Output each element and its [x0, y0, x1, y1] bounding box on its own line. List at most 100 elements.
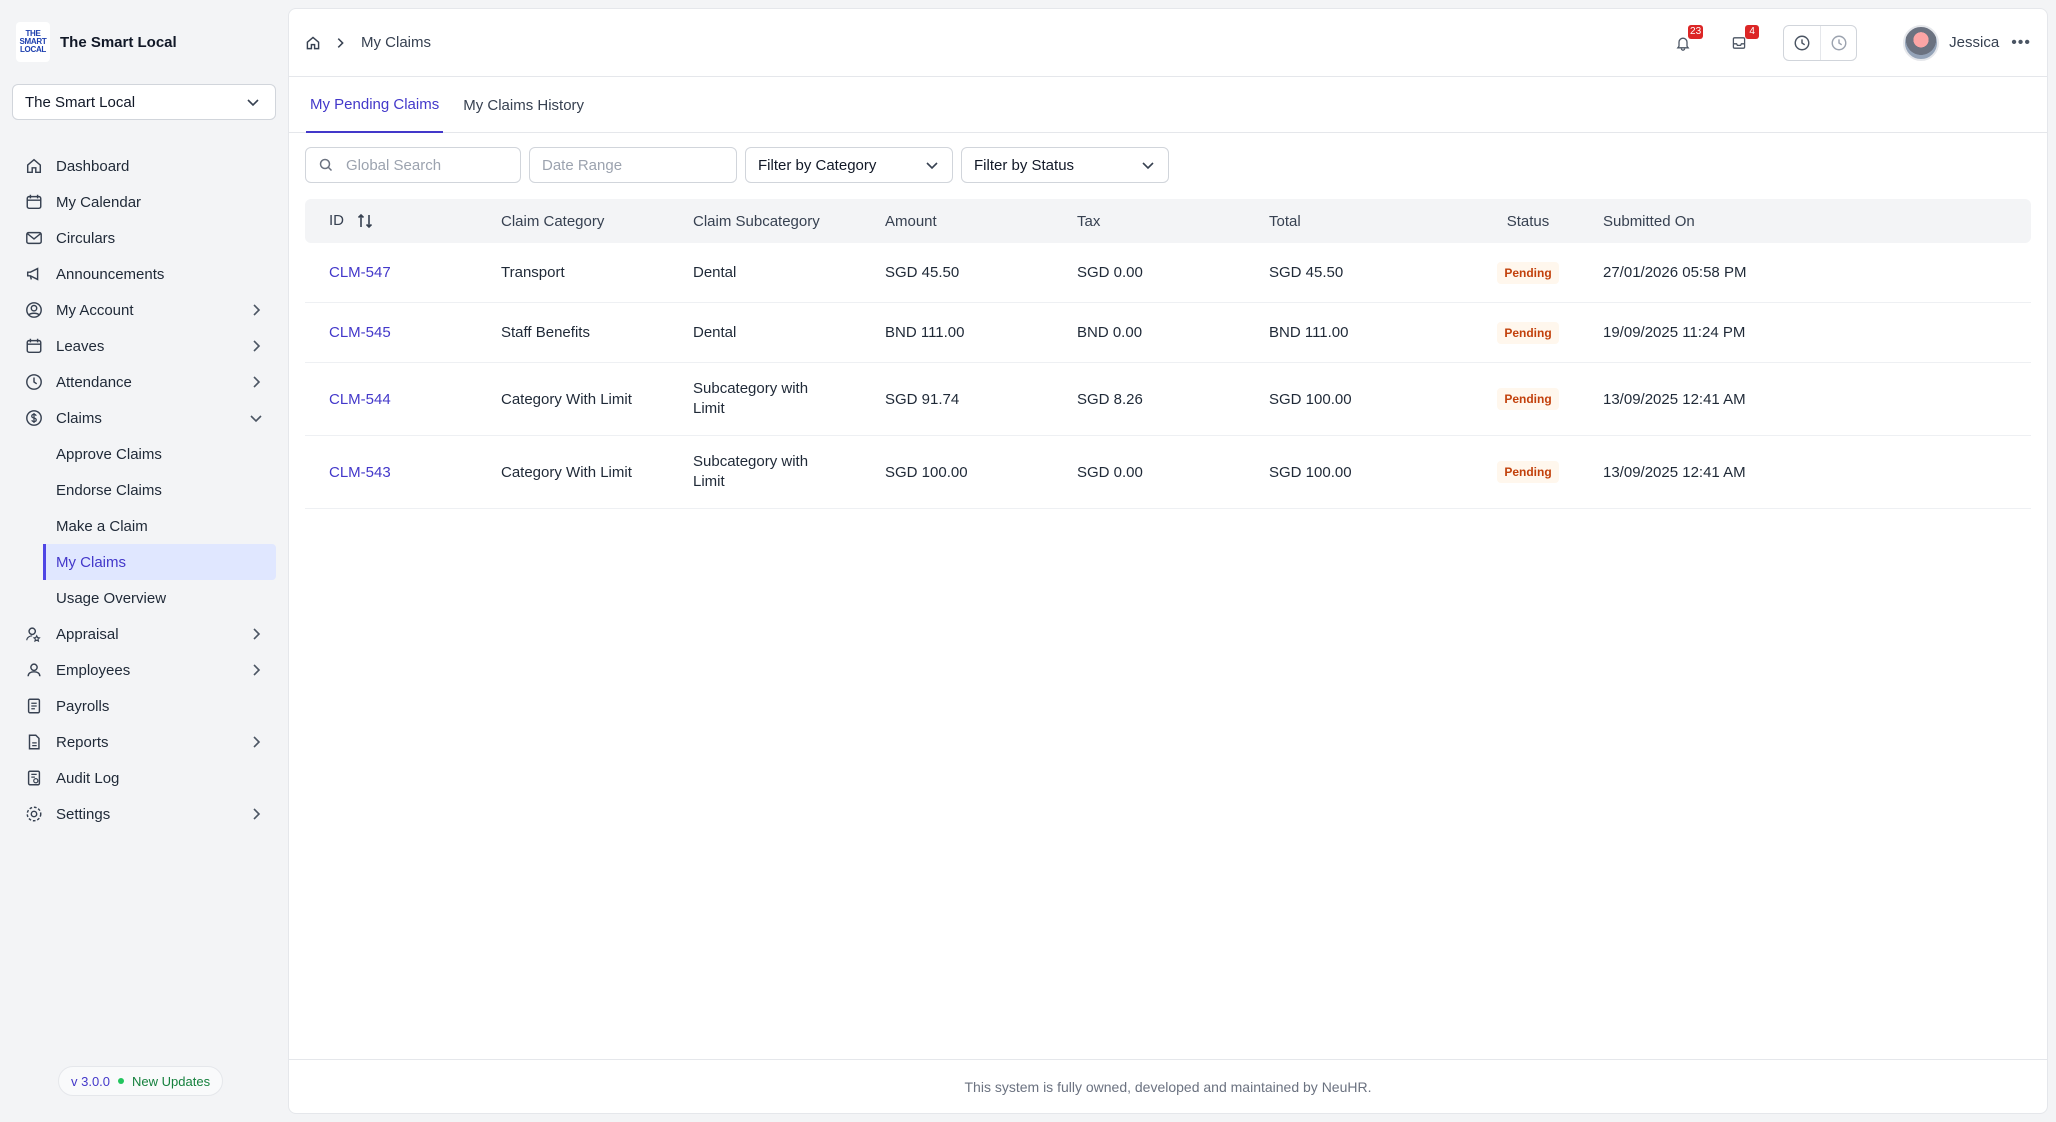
sidebar-item-audit-log[interactable]: Audit Log	[12, 760, 276, 796]
cell-submitted-on: 19/09/2025 11:24 PM	[1603, 324, 1746, 341]
sidebar-item-announcements[interactable]: Announcements	[12, 256, 276, 292]
sidebar-item-payrolls[interactable]: Payrolls	[12, 688, 276, 724]
brand-logo: THE SMART LOCAL	[16, 22, 50, 62]
sidebar-item-label: Employees	[56, 661, 131, 679]
cell-category: Category With Limit	[501, 463, 632, 481]
chevron-right-icon	[253, 628, 261, 640]
chevron-right-icon	[253, 340, 261, 352]
cell-submitted-on: 13/09/2025 12:41 AM	[1603, 390, 1746, 408]
user-name[interactable]: Jessica	[1949, 34, 1999, 51]
notifications-button[interactable]: 23	[1669, 24, 1704, 57]
notifications-count: 23	[1688, 24, 1704, 39]
brand: THE SMART LOCAL The Smart Local	[12, 0, 276, 84]
column-header-category: Claim Category	[501, 212, 605, 230]
claims-tabs: My Pending Claims My Claims History	[289, 77, 2047, 133]
sidebar-item-appraisal[interactable]: Appraisal	[12, 616, 276, 652]
sidebar-item-reports[interactable]: Reports	[12, 724, 276, 760]
clock-out-button[interactable]	[1820, 25, 1856, 60]
claim-id-link[interactable]: CLM-543	[329, 464, 391, 481]
date-range-input[interactable]: Date Range	[529, 147, 737, 183]
file-icon	[24, 732, 44, 752]
sidebar-item-my-account[interactable]: My Account	[12, 292, 276, 328]
sidebar-item-label: Announcements	[56, 265, 165, 283]
cell-subcategory: Dental	[693, 324, 737, 341]
home-icon[interactable]	[305, 34, 323, 52]
column-header-subcategory: Claim Subcategory	[693, 212, 820, 230]
sidebar-item-label: My Calendar	[56, 193, 142, 211]
clock-in-icon	[1794, 35, 1810, 50]
clock-in-button[interactable]	[1784, 26, 1820, 60]
cell-submitted-on: 13/09/2025 12:41 AM	[1603, 463, 1746, 481]
tab-my-pending-claims[interactable]: My Pending Claims	[306, 77, 444, 133]
sidebar-subitem-make-a-claim[interactable]: Make a Claim	[43, 508, 276, 544]
user-circle-icon	[24, 300, 44, 320]
sidebar-item-label: Reports	[56, 733, 109, 751]
cell-amount: SGD 45.50	[885, 264, 960, 281]
table-row[interactable]: CLM-544 Category With Limit Subcategory …	[305, 363, 2031, 436]
chevron-right-icon	[253, 376, 261, 388]
cell-total: SGD 100.00	[1269, 390, 1352, 408]
column-header-id[interactable]: ID	[305, 212, 497, 230]
sidebar-subitem-approve-claims[interactable]: Approve Claims	[43, 436, 276, 472]
claim-id-link[interactable]: CLM-544	[329, 391, 391, 408]
cell-subcategory: Subcategory with Limit	[693, 453, 809, 490]
category-filter[interactable]: Filter by Category	[745, 147, 953, 183]
category-filter-label: Filter by Category	[758, 156, 877, 174]
tab-my-claims-history[interactable]: My Claims History	[459, 77, 588, 133]
breadcrumb: My Claims	[305, 34, 431, 52]
table-row[interactable]: CLM-543 Category With Limit Subcategory …	[305, 436, 2031, 509]
sidebar-item-circulars[interactable]: Circulars	[12, 220, 276, 256]
sidebar-subitem-usage-overview[interactable]: Usage Overview	[43, 580, 276, 616]
version-badge[interactable]: v 3.0.0 New Updates	[58, 1066, 224, 1096]
sidebar-item-my-calendar[interactable]: My Calendar	[12, 184, 276, 220]
cell-category: Staff Benefits	[501, 324, 590, 341]
status-filter[interactable]: Filter by Status	[961, 147, 1169, 183]
more-options-icon[interactable]: •••	[2011, 34, 2031, 52]
chevron-down-icon	[250, 415, 262, 423]
sidebar-subitem-endorse-claims[interactable]: Endorse Claims	[43, 472, 276, 508]
log-icon	[24, 768, 44, 788]
new-updates-label: New Updates	[132, 1073, 211, 1089]
sidebar-item-leaves[interactable]: Leaves	[12, 328, 276, 364]
avatar[interactable]	[1903, 24, 1940, 61]
sidebar-item-dashboard[interactable]: Dashboard	[12, 148, 276, 184]
cell-subcategory: Dental	[693, 264, 737, 281]
chevron-right-icon	[253, 664, 261, 676]
sidebar-item-label: Claims	[56, 409, 102, 427]
cell-total: BND 111.00	[1269, 324, 1349, 341]
claim-id-link[interactable]: CLM-547	[329, 264, 391, 281]
date-range-placeholder: Date Range	[542, 156, 623, 174]
clock-icon	[24, 372, 44, 392]
user-star-icon	[24, 624, 44, 644]
brand-name: The Smart Local	[60, 33, 177, 51]
home-icon	[24, 156, 44, 176]
sidebar-item-attendance[interactable]: Attendance	[12, 364, 276, 400]
table-row[interactable]: CLM-545 Staff Benefits Dental BND 111.00…	[305, 303, 2031, 363]
sidebar: THE SMART LOCAL The Smart Local The Smar…	[0, 0, 288, 1122]
chevron-down-icon	[1142, 162, 1154, 170]
global-search-input[interactable]: Global Search	[305, 147, 521, 183]
sidebar-item-claims[interactable]: Claims	[12, 400, 276, 436]
org-select[interactable]: The Smart Local	[12, 84, 276, 120]
inbox-count: 4	[1745, 24, 1760, 39]
sidebar-item-label: Audit Log	[56, 769, 120, 787]
table-header: ID Claim Category Claim Subcategory Amou…	[305, 199, 2031, 243]
sort-icon[interactable]	[356, 212, 374, 230]
user-icon	[24, 660, 44, 680]
sidebar-item-settings[interactable]: Settings	[12, 796, 276, 832]
status-filter-label: Filter by Status	[974, 156, 1075, 174]
column-header-submitted-on: Submitted On	[1603, 212, 1695, 230]
breadcrumb-current: My Claims	[361, 34, 431, 51]
chevron-right-icon	[253, 304, 261, 316]
sidebar-item-label: Attendance	[56, 373, 132, 391]
cell-tax: BND 0.00	[1077, 324, 1143, 341]
sidebar-item-employees[interactable]: Employees	[12, 652, 276, 688]
column-header-tax: Tax	[1077, 212, 1101, 230]
cell-tax: SGD 8.26	[1077, 390, 1143, 408]
claim-id-link[interactable]: CLM-545	[329, 324, 391, 341]
inbox-button[interactable]: 4	[1725, 24, 1760, 57]
sidebar-subitem-my-claims[interactable]: My Claims	[43, 544, 276, 580]
gear-icon	[24, 804, 44, 824]
table-row[interactable]: CLM-547 Transport Dental SGD 45.50 SGD 0…	[305, 243, 2031, 303]
sidebar-item-label: My Account	[56, 301, 134, 319]
